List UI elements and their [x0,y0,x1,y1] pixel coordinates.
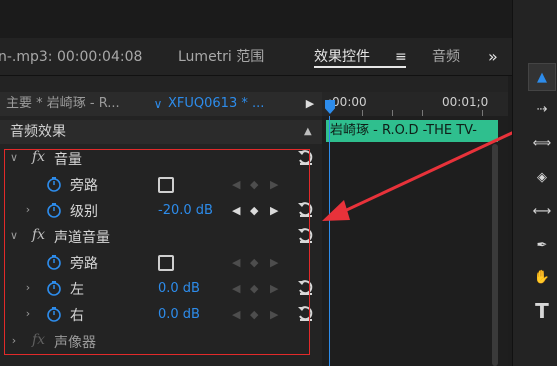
panel-menu-icon[interactable]: ≡ [395,46,407,68]
tab-audio[interactable]: 音频 [432,46,460,68]
ripple-edit-tool-icon[interactable]: ⟺ [529,130,555,156]
tab-lumetri-scopes[interactable]: Lumetri 范围 [178,46,264,68]
ruler-tick [482,110,483,116]
audio-effects-title: 音频效果 [10,124,66,140]
panel-tab-bar: n-.mp3: 00:00:04:08 Lumetri 范围 效果控件 ≡ 音频… [0,38,512,76]
more-tabs-icon[interactable]: » [488,46,498,68]
play-icon[interactable]: ▶ [303,96,317,112]
playhead-line [329,116,330,366]
ruler-end-time: 00:01;0 [442,95,489,109]
ruler-tick [392,110,393,116]
ruler-tick [422,110,423,116]
type-tool-icon[interactable]: T [529,298,555,324]
tab-effect-controls[interactable]: 效果控件 [314,46,370,68]
top-right-pane [512,0,557,38]
playhead-handle[interactable] [325,100,335,114]
pen-tool-icon[interactable]: ✒ [529,232,555,258]
effect-timeline[interactable]: :00:00 00:01;0 岩崎琢 - R.O.D -THE TV- [322,92,508,366]
audio-effects-header: 音频效果 ▲ [0,120,322,144]
hand-tool-icon[interactable]: ✋ [529,264,555,290]
time-ruler[interactable]: :00:00 00:01;0 [322,92,508,116]
razor-tool-icon[interactable]: ◈ [529,164,555,190]
source-clip-row: 主要 * 岩崎琢 - R... ∨ XFUQ0613 * ... ▶ [0,92,322,116]
tab-source[interactable]: n-.mp3: 00:00:04:08 [0,46,142,68]
track-select-tool-icon[interactable]: ⇢ [529,96,555,122]
active-tab-underline [314,66,406,68]
tools-panel: ▲ ⇢ ⟺ ◈ ⟷ ✒ ✋ T [512,38,557,366]
slip-tool-icon[interactable]: ⟷ [529,198,555,224]
sequence-clip-label[interactable]: XFUQ0613 * ... [168,92,298,116]
audio-clip-bar[interactable]: 岩崎琢 - R.O.D -THE TV- [326,120,498,142]
timeline-scrollbar[interactable] [492,144,498,366]
clip-dropdown-chevron-icon[interactable]: ∨ [148,92,168,116]
annotation-highlight-box [4,149,310,355]
selection-tool-icon[interactable]: ▲ [528,63,556,91]
top-window-strip [0,0,557,38]
collapse-caret-icon[interactable]: ▲ [304,126,312,137]
ruler-tick [362,110,363,116]
master-clip-label[interactable]: 主要 * 岩崎琢 - R... [0,92,146,116]
